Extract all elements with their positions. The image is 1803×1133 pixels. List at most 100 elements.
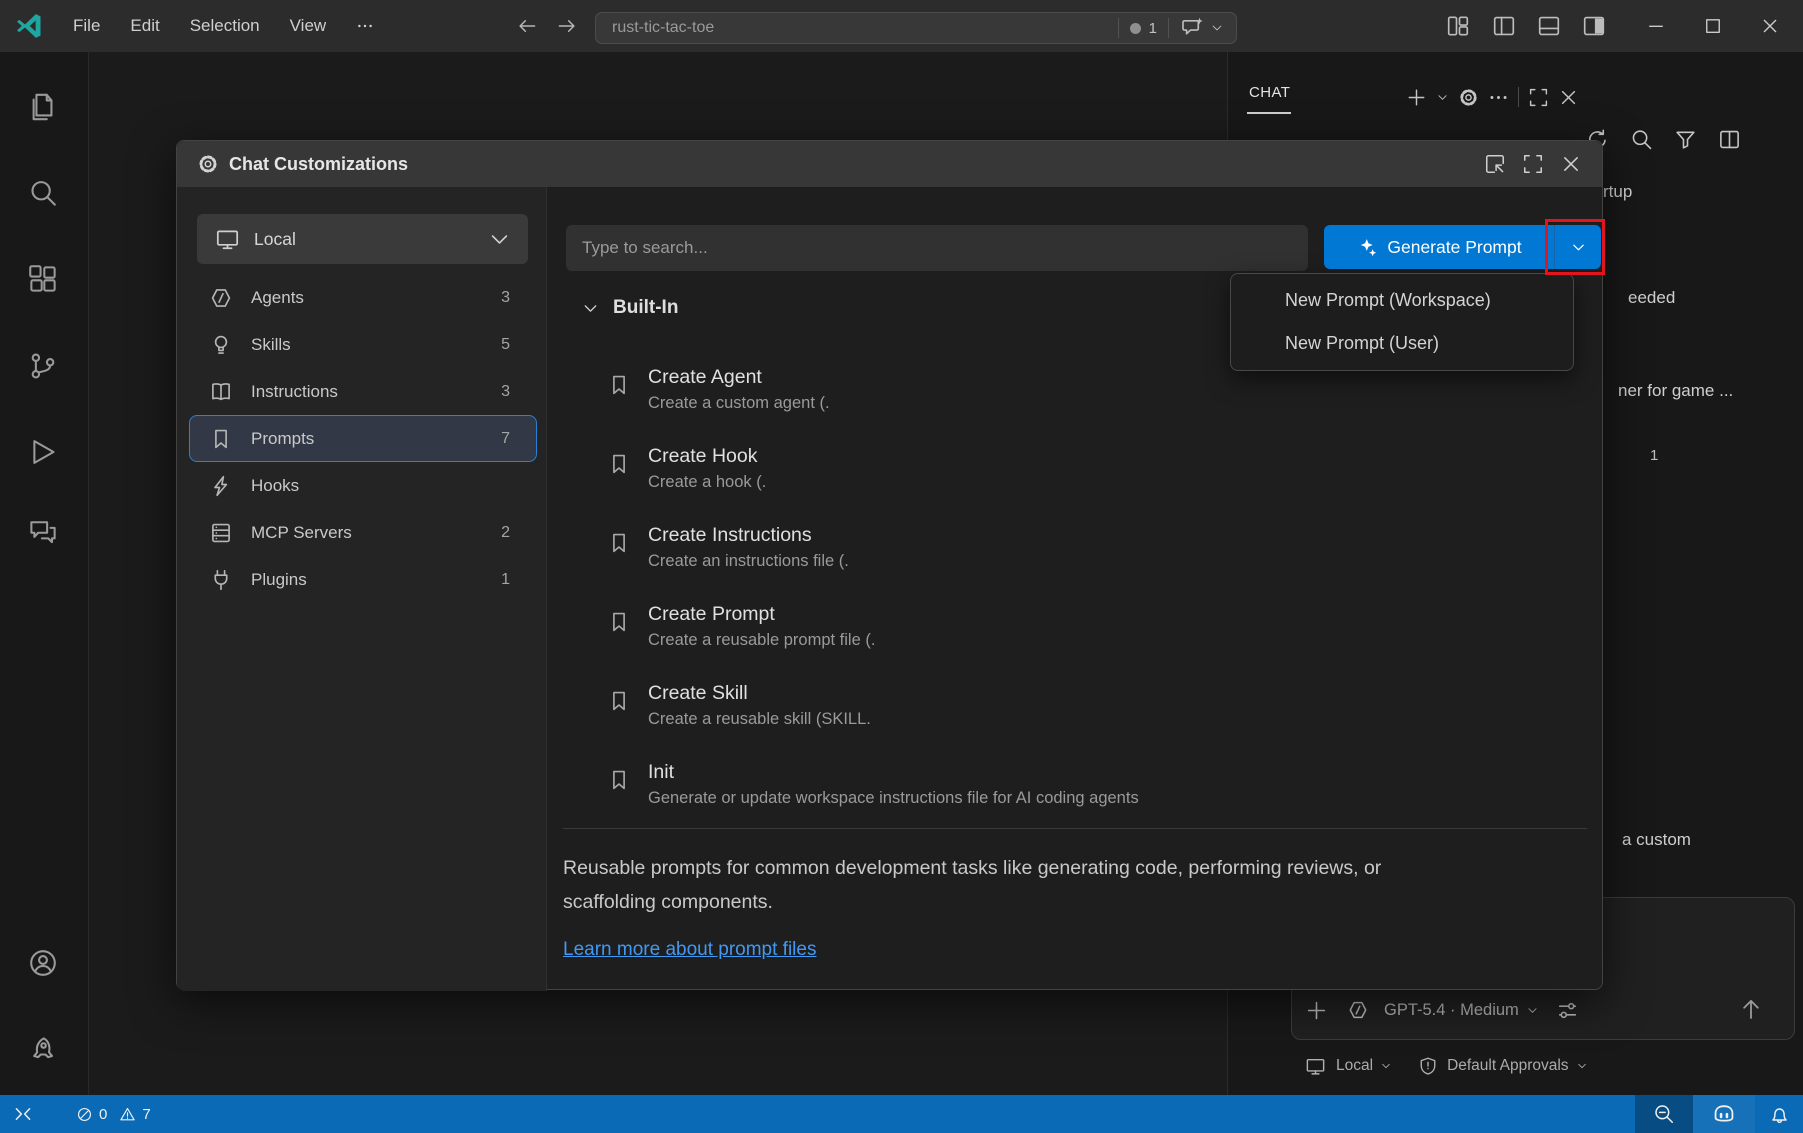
chat-plus-icon[interactable] [1406, 87, 1427, 108]
zoom-out-icon [1653, 1103, 1675, 1125]
chevron-down-icon[interactable] [1210, 21, 1224, 35]
builtin-item-create-instructions[interactable]: Create InstructionsCreate an instruction… [607, 521, 1567, 579]
shield-icon [1418, 1056, 1438, 1076]
activity-source-control-button[interactable] [28, 351, 60, 383]
approvals-picker[interactable]: Default Approvals [1447, 1057, 1569, 1075]
dialog-header-actions [1484, 141, 1582, 187]
activity-search-button[interactable] [28, 178, 60, 210]
command-center-search[interactable]: rust-tic-tac-toe 1 [595, 12, 1237, 44]
copilot-status[interactable] [1693, 1095, 1755, 1133]
menu-view[interactable]: View [275, 0, 342, 52]
chat-toolbar-split-icon[interactable] [1718, 128, 1741, 151]
nav-item-prompts[interactable]: Prompts7 [189, 415, 537, 462]
book-icon [209, 380, 233, 404]
bookmark-icon [607, 768, 631, 792]
source-control-icon [28, 351, 58, 381]
dialog-pointer-box-icon[interactable] [1484, 153, 1506, 175]
back-arrow-icon[interactable] [516, 15, 538, 37]
nav-item-hooks[interactable]: Hooks [189, 462, 537, 509]
menu-edit[interactable]: Edit [115, 0, 174, 52]
activity-account-button[interactable] [28, 948, 60, 980]
problems-status[interactable]: 0 7 [76, 1095, 151, 1133]
builtin-item-create-agent[interactable]: Create AgentCreate a custom agent (. [607, 363, 1567, 421]
status-bar-right [1635, 1095, 1803, 1133]
menu-item-new-prompt-workspace[interactable]: New Prompt (Workspace) [1231, 279, 1573, 322]
builtin-item-create-skill[interactable]: Create SkillCreate a reusable skill (SKI… [607, 679, 1567, 737]
window-close-icon[interactable] [1760, 16, 1780, 36]
warning-icon [119, 1106, 136, 1123]
activity-explorer-button[interactable] [28, 92, 60, 124]
chat-input-toolbar: GPT-5.4 · Medium [1305, 995, 1579, 1025]
chat-toolbar-filter-icon[interactable] [1674, 128, 1697, 151]
activity-extensions-button[interactable] [28, 264, 60, 296]
scope-picker[interactable]: Local [1336, 1057, 1373, 1075]
remote-indicator-icon[interactable] [12, 1103, 34, 1125]
chevron-down-icon[interactable] [1380, 1060, 1392, 1072]
window-maximize-icon[interactable] [1703, 16, 1723, 36]
layout-sidebar-right-icon[interactable] [1582, 14, 1606, 38]
model-picker[interactable]: GPT-5.4 · Medium [1384, 1001, 1519, 1020]
builtin-item-title: Create Skill [648, 679, 1567, 707]
monitor-icon [1305, 1056, 1326, 1077]
search-icon [28, 178, 58, 208]
learn-more-link[interactable]: Learn more about prompt files [563, 939, 816, 961]
dialog-expand-icon[interactable] [1522, 153, 1544, 175]
layout-panel-icon[interactable] [1537, 14, 1561, 38]
nav-item-label: Hooks [251, 476, 510, 496]
menu-file[interactable]: File [58, 0, 115, 52]
layout-grid-icon[interactable] [1446, 14, 1470, 38]
dialog-title: Chat Customizations [229, 154, 408, 175]
chat-sparkle-icon[interactable] [1180, 16, 1204, 40]
search-input[interactable] [566, 225, 1308, 271]
menu-more[interactable] [341, 0, 389, 52]
nav-item-skills[interactable]: Skills5 [189, 321, 537, 368]
window-minimize-icon[interactable] [1646, 16, 1666, 36]
builtin-item-create-hook[interactable]: Create HookCreate a hook (. [607, 442, 1567, 500]
tab-chat[interactable]: CHAT [1249, 84, 1290, 101]
chat-toolbar-search-icon[interactable] [1630, 128, 1653, 151]
activity-rocket-button[interactable] [28, 1035, 60, 1067]
builtin-item-create-prompt[interactable]: Create PromptCreate a reusable prompt fi… [607, 600, 1567, 658]
notifications-status[interactable] [1755, 1095, 1803, 1133]
nav-item-label: Prompts [251, 429, 501, 449]
nav-item-mcp-servers[interactable]: MCP Servers2 [189, 509, 537, 556]
attach-context-icon[interactable] [1305, 999, 1328, 1022]
layout-sidebar-icon[interactable] [1492, 14, 1516, 38]
chat-ellipsis-icon[interactable] [1488, 87, 1509, 108]
nav-item-instructions[interactable]: Instructions3 [189, 368, 537, 415]
agent-mode-icon[interactable] [1347, 999, 1369, 1021]
zoom-out-status[interactable] [1635, 1095, 1693, 1133]
chat-gear-icon[interactable] [1458, 87, 1479, 108]
menu-item-new-prompt-user[interactable]: New Prompt (User) [1231, 322, 1573, 365]
activity-comments-button[interactable] [28, 517, 60, 549]
generate-prompt-button[interactable]: Generate Prompt [1324, 225, 1554, 269]
menu-selection[interactable]: Selection [175, 0, 275, 52]
dialog-close-icon[interactable] [1560, 153, 1582, 175]
activity-debug-button[interactable] [28, 437, 60, 469]
chat-close-icon[interactable] [1558, 87, 1579, 108]
chevron-down-icon[interactable] [1576, 1060, 1588, 1072]
dialog-sidebar: Local Agents3Skills5Instructions3Prompts… [177, 187, 547, 991]
builtin-section-header[interactable]: Built-In [581, 297, 678, 319]
send-arrow-up-icon[interactable] [1738, 996, 1764, 1022]
scope-select[interactable]: Local [197, 214, 528, 264]
title-bar: FileEditSelectionView rust-tic-tac-toe 1 [0, 0, 1803, 52]
activity-bar [0, 52, 89, 1095]
nav-item-plugins[interactable]: Plugins1 [189, 556, 537, 603]
plug-icon [209, 568, 233, 592]
divider [563, 828, 1587, 829]
modified-dot-icon [1130, 23, 1141, 34]
error-icon [76, 1106, 93, 1123]
chevron-down-icon[interactable] [1526, 1004, 1539, 1017]
forward-arrow-icon[interactable] [556, 15, 578, 37]
chat-chevron-down-icon[interactable] [1436, 91, 1449, 104]
tools-sliders-icon[interactable] [1556, 999, 1579, 1022]
bookmark-icon [607, 689, 631, 713]
divider [1118, 18, 1119, 38]
chat-expand-icon[interactable] [1528, 87, 1549, 108]
menu-bar: FileEditSelectionView [58, 0, 389, 52]
divider [1168, 18, 1169, 38]
nav-item-label: MCP Servers [251, 523, 501, 543]
builtin-item-init[interactable]: InitGenerate or update workspace instruc… [607, 758, 1567, 816]
nav-item-agents[interactable]: Agents3 [189, 274, 537, 321]
